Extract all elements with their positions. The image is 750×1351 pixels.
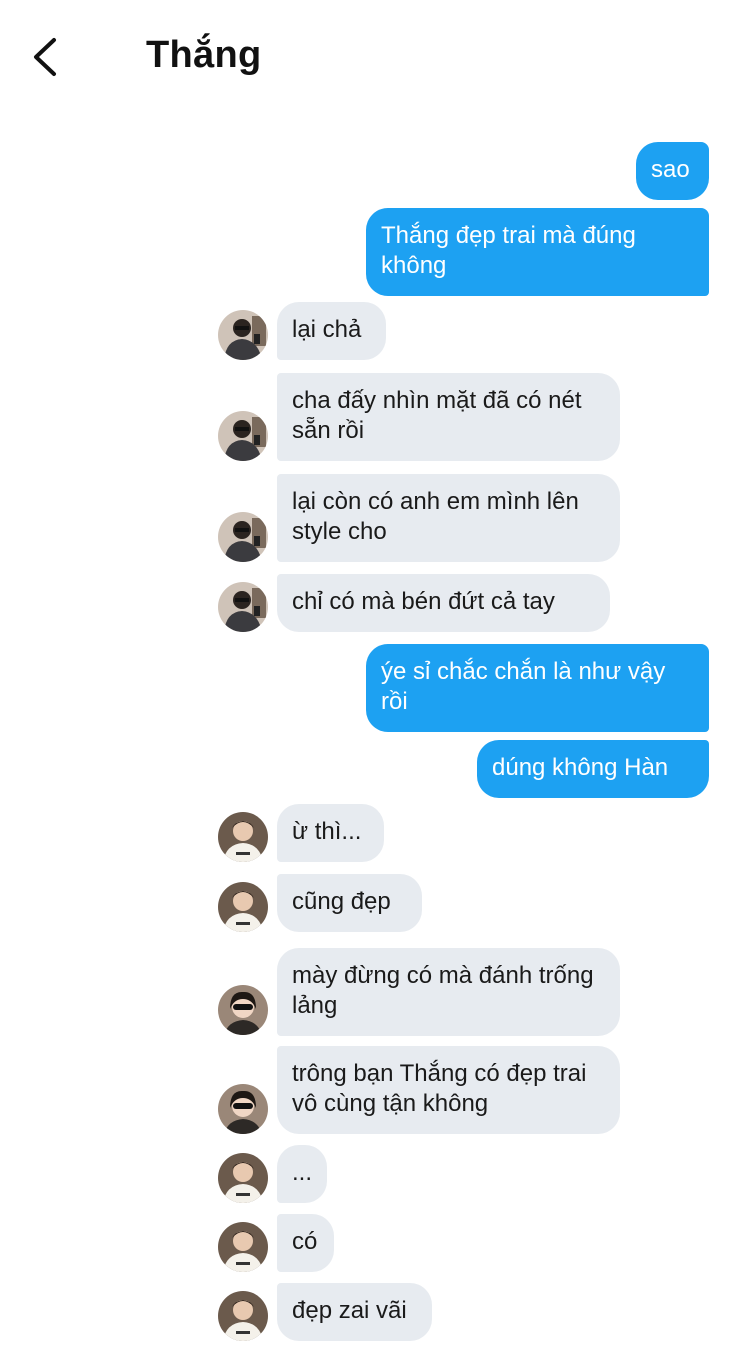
message-incoming[interactable]: cũng đẹp [277,874,422,932]
chat-header: Thắng [0,0,750,110]
message-incoming[interactable]: lại chả [277,302,386,360]
avatar-friend-c[interactable] [218,1084,268,1134]
chat-title: Thắng [146,34,262,76]
message-incoming[interactable]: chỉ có mà bén đứt cả tay [277,574,610,632]
person-photo-icon [218,882,268,932]
chevron-left-icon [34,38,56,76]
avatar-friend-a[interactable] [218,582,268,632]
message-incoming[interactable]: ... [277,1145,327,1203]
person-photo-icon [218,582,268,632]
message-incoming[interactable]: cha đấy nhìn mặt đã có nét sẵn rồi [277,373,620,461]
avatar-friend-a[interactable] [218,512,268,562]
message-outgoing[interactable]: Thắng đẹp trai mà đúng không [366,208,709,296]
message-outgoing[interactable]: ýe sỉ chắc chắn là như vậy rồi [366,644,709,732]
avatar-friend-b[interactable] [218,1222,268,1272]
message-outgoing[interactable]: sao [636,142,709,200]
message-incoming[interactable]: mày đừng có mà đánh trống lảng [277,948,620,1036]
avatar-friend-b[interactable] [218,882,268,932]
message-incoming[interactable]: đẹp zai vãi [277,1283,432,1341]
avatar-friend-b[interactable] [218,812,268,862]
person-photo-icon [218,1084,268,1134]
message-incoming[interactable]: có [277,1214,334,1272]
avatar-friend-a[interactable] [218,310,268,360]
person-photo-icon [218,1291,268,1341]
person-photo-icon [218,310,268,360]
avatar-friend-c[interactable] [218,985,268,1035]
person-photo-icon [218,411,268,461]
avatar-friend-a[interactable] [218,411,268,461]
message-incoming[interactable]: lại còn có anh em mình lên style cho [277,474,620,562]
person-photo-icon [218,1153,268,1203]
message-outgoing[interactable]: dúng không Hàn [477,740,709,798]
person-photo-icon [218,1222,268,1272]
message-incoming[interactable]: ừ thì... [277,804,384,862]
person-photo-icon [218,985,268,1035]
avatar-friend-b[interactable] [218,1291,268,1341]
person-photo-icon [218,812,268,862]
back-button[interactable] [26,34,66,80]
avatar-friend-b[interactable] [218,1153,268,1203]
message-incoming[interactable]: trông bạn Thắng có đẹp trai vô cùng tận … [277,1046,620,1134]
person-photo-icon [218,512,268,562]
